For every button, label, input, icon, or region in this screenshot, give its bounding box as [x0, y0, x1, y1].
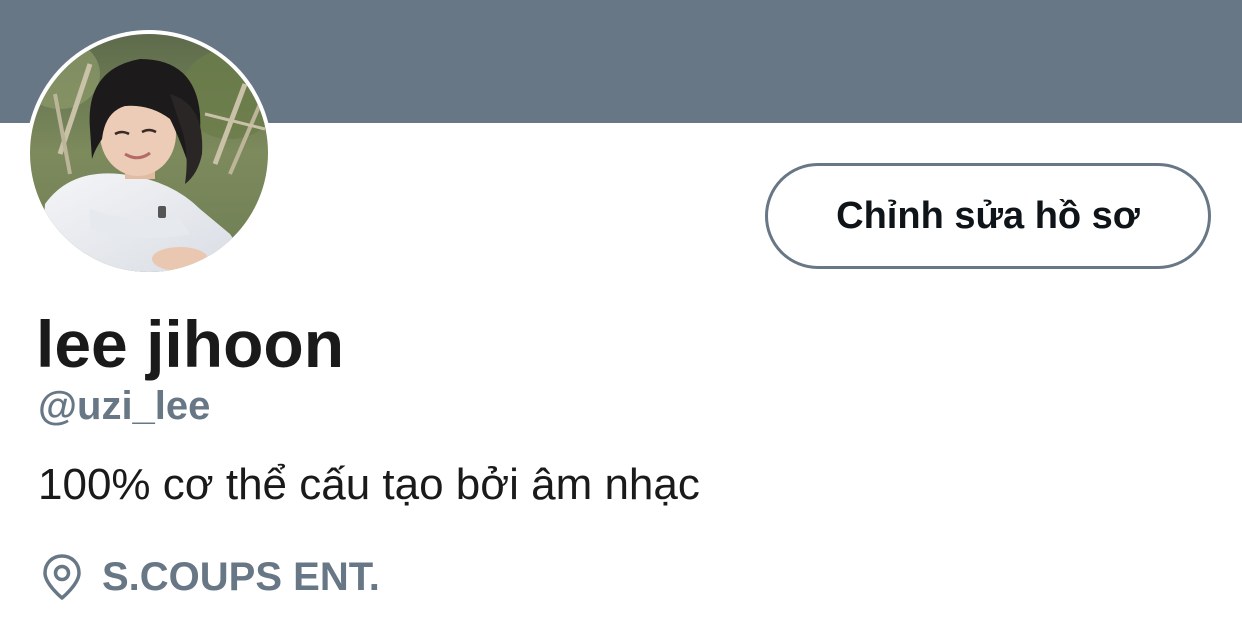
edit-profile-button[interactable]: Chỉnh sửa hồ sơ — [765, 163, 1211, 269]
profile-handle: @uzi_lee — [38, 384, 211, 428]
profile-location-text: S.COUPS ENT. — [102, 554, 380, 599]
profile-bio: 100% cơ thể cấu tạo bởi âm nhạc — [38, 460, 700, 509]
profile-location: S.COUPS ENT. — [40, 552, 380, 602]
profile-page: Chỉnh sửa hồ sơ lee jihoon @uzi_lee 100%… — [0, 0, 1242, 629]
avatar-photo — [30, 34, 268, 272]
location-pin-icon — [43, 554, 81, 600]
profile-avatar[interactable] — [26, 30, 272, 276]
profile-display-name: lee jihoon — [36, 307, 345, 381]
